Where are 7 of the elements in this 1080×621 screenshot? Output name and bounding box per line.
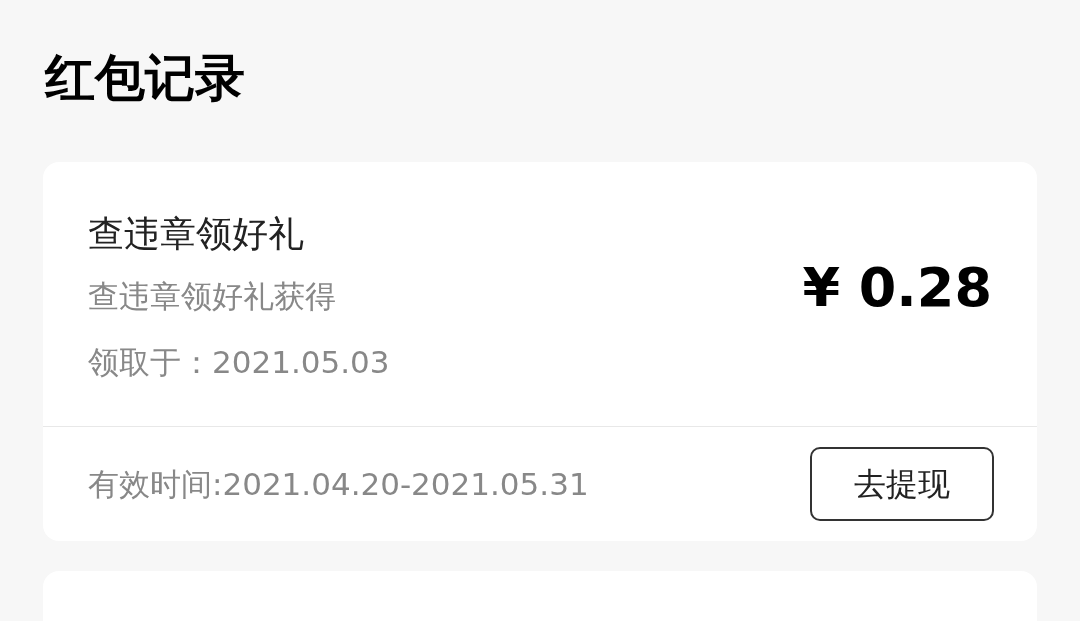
received-date: 领取于：2021.05.03 bbox=[88, 343, 390, 382]
withdraw-button[interactable]: 去提现 bbox=[810, 447, 994, 521]
page-title: 红包记录 bbox=[45, 48, 245, 109]
amount: ¥ 0.28 bbox=[802, 256, 992, 320]
validity-period: 有效时间:2021.04.20-2021.05.31 bbox=[88, 465, 589, 504]
record-source: 查违章领好礼获得 bbox=[88, 277, 336, 316]
record-title: 查违章领好礼 bbox=[88, 212, 304, 256]
